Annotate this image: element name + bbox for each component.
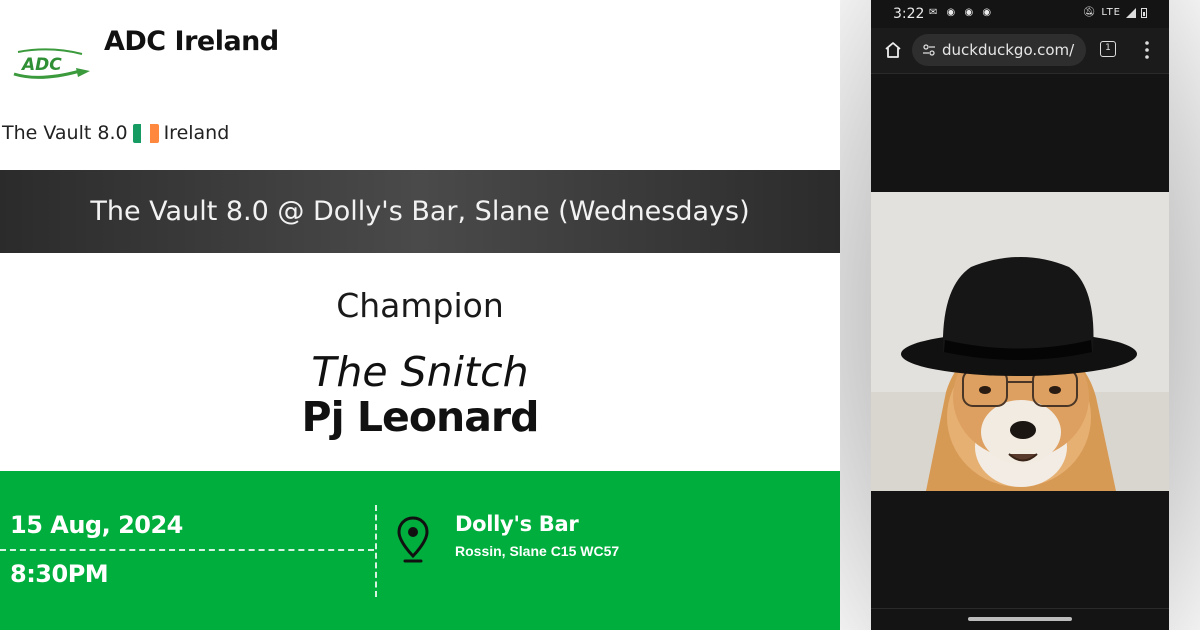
battery-icon [1141,7,1147,18]
mute-icon: 🔕︎ [1082,7,1097,18]
notification-icons: ✉ ◉ ◉ ◉ [929,7,995,18]
organization-name: ADC Ireland [104,26,279,57]
site-settings-icon[interactable] [922,43,936,57]
gesture-nav-handle[interactable] [968,617,1072,621]
more-vert-icon[interactable] [1143,39,1151,61]
url-text: duckduckgo.com/ [942,41,1075,59]
svg-text:ADC: ADC [20,55,62,75]
subline-event: The Vault 8.0 [2,122,128,144]
address-bar[interactable]: duckduckgo.com/ [912,34,1086,66]
venue-name: Dolly's Bar [455,512,579,536]
event-banner-text: The Vault 8.0 @ Dolly's Bar, Slane (Wedn… [90,196,750,227]
location-pin-icon [397,516,429,563]
details-divider [375,505,377,597]
date-time-divider [0,549,374,551]
status-bar: 3:22 ✉ ◉ ◉ ◉ 🔕︎ LTE [871,0,1169,28]
network-label: LTE [1101,7,1121,18]
event-card: ADC ADC Ireland The Vault 8.0 Ireland Th… [0,0,840,630]
event-details-panel: 15 Aug, 2024 8:30PM Dolly's Bar Rossin, … [0,471,840,630]
champion-nickname: The Snitch [311,348,529,396]
venue-address: Rossin, Slane C15 WC57 [455,543,620,559]
tab-switcher-button[interactable]: 1 [1100,41,1116,57]
adc-logo: ADC [13,48,90,79]
event-time: 8:30PM [10,560,109,588]
status-time: 3:22 [893,6,925,22]
dog-in-hat-image [871,192,1169,491]
browser-toolbar: duckduckgo.com/ 1 [871,28,1169,74]
champion-name: Pj Leonard [301,393,540,441]
phone-screen: 3:22 ✉ ◉ ◉ ◉ 🔕︎ LTE duckduckgo.com/ 1 [871,0,1169,630]
phone-screenshot-frame: 3:22 ✉ ◉ ◉ ◉ 🔕︎ LTE duckduckgo.com/ 1 [840,0,1200,630]
event-banner: The Vault 8.0 @ Dolly's Bar, Slane (Wedn… [0,170,840,253]
status-right-icons: 🔕︎ LTE [1083,7,1147,18]
signal-icon [1126,7,1136,18]
subline-country: Ireland [163,122,230,144]
champion-label: Champion [336,286,504,325]
ireland-flag-icon [132,123,159,143]
event-date: 15 Aug, 2024 [10,511,183,539]
event-subline: The Vault 8.0 Ireland [2,122,229,144]
nav-bar-divider [871,608,1169,609]
home-icon[interactable] [883,40,903,60]
